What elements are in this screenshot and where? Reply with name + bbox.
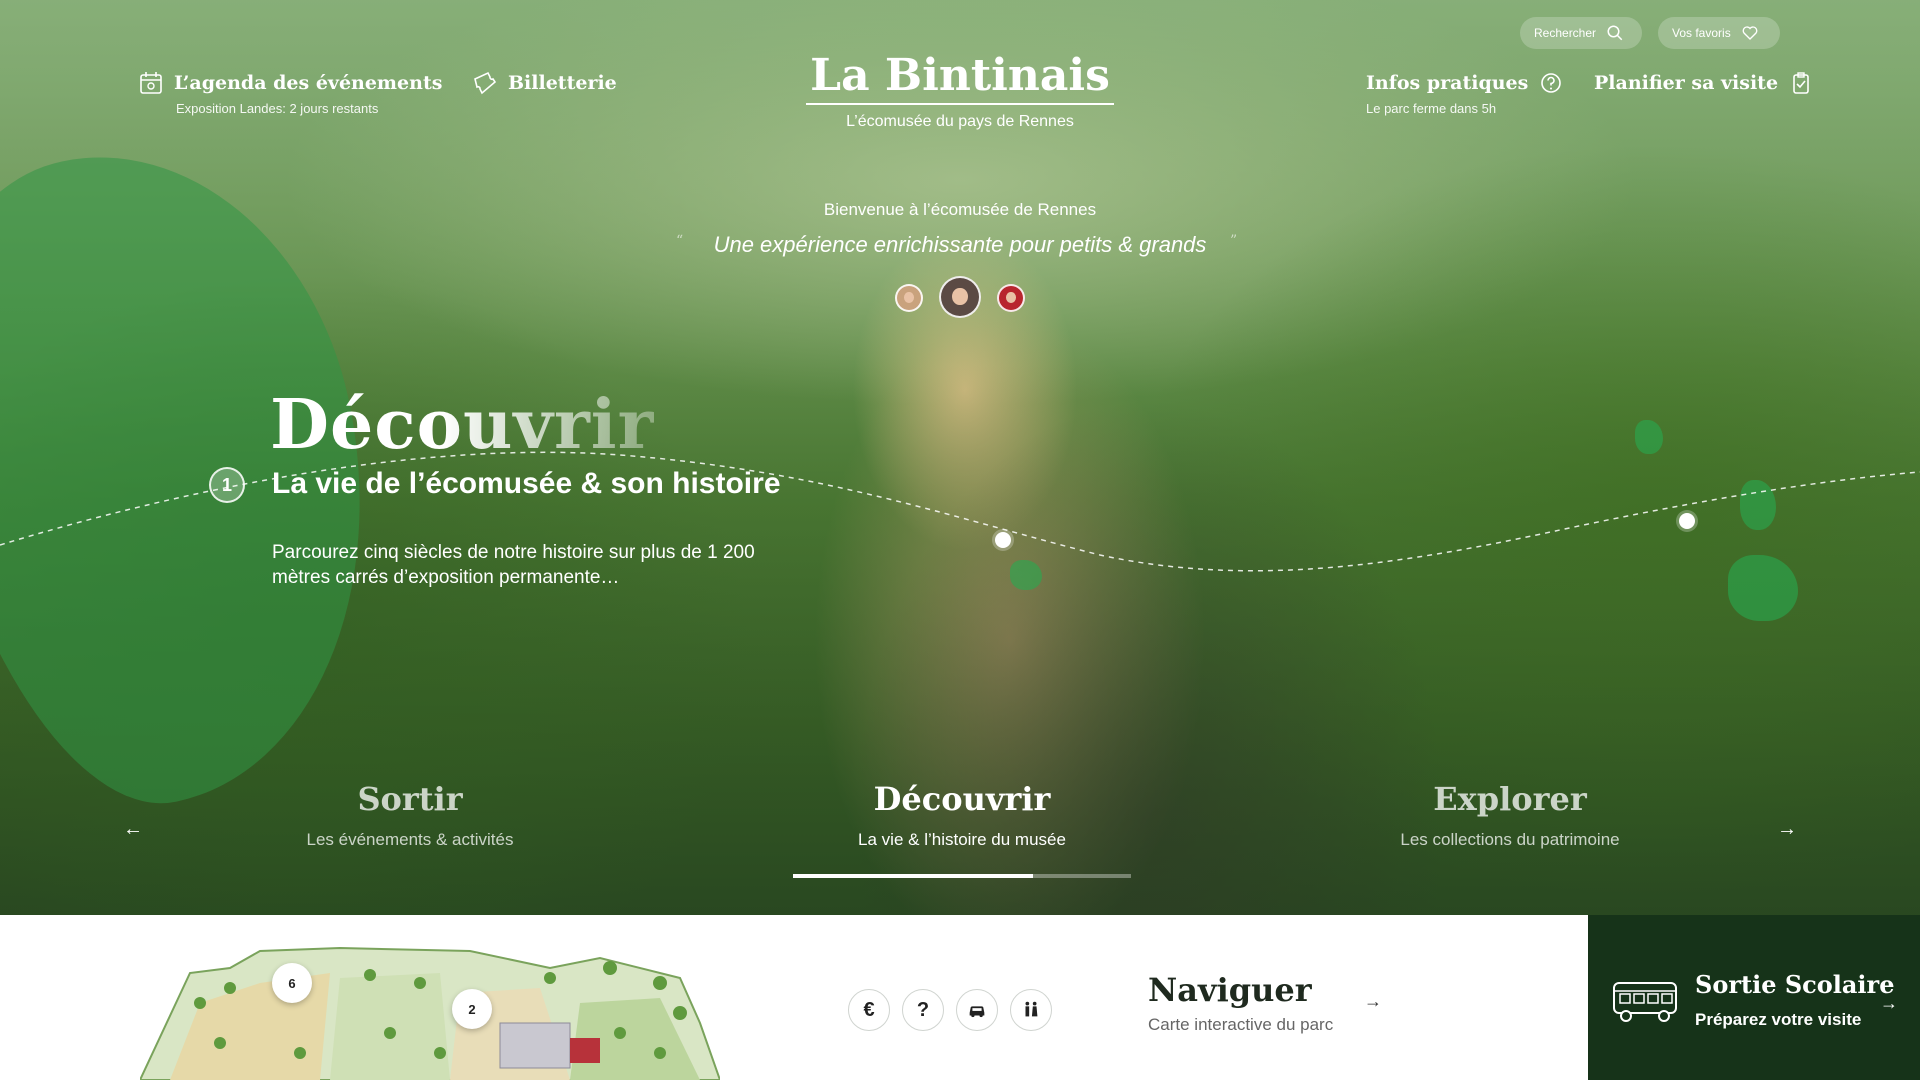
- decorative-leaf: [1010, 560, 1042, 590]
- nav-infos-sub: Le parc ferme dans 5h: [1366, 101, 1497, 116]
- slide-subtitle: La vie & l’histoire du musée: [858, 830, 1066, 849]
- favorites-label: Vos favoris: [1672, 26, 1731, 40]
- help-symbol: ?: [916, 998, 930, 1021]
- search-icon: [1607, 25, 1623, 41]
- map-marker[interactable]: 6: [272, 963, 312, 1003]
- school-visit-panel[interactable]: Sortie Scolaire Préparez votre visite →: [1588, 915, 1920, 1080]
- bottom-bar: 6 2 € ? Naviguer Carte interactive du pa…: [0, 915, 1920, 1080]
- favorites-button[interactable]: Vos favoris: [1658, 17, 1780, 49]
- slide-sortir[interactable]: Sortir Les événements & activités: [230, 780, 590, 850]
- naviguer-title: Naviguer: [1148, 971, 1312, 1009]
- map-marker[interactable]: 2: [452, 989, 492, 1029]
- naviguer-subtitle: Carte interactive du parc: [1148, 1015, 1334, 1034]
- park-map-preview[interactable]: 6 2: [140, 943, 720, 1080]
- park-map-illustration: [140, 946, 720, 1080]
- nav-infos-pratiques[interactable]: Infos pratiques Le parc ferme dans 5h: [1366, 70, 1564, 116]
- slide-progress-track: [793, 874, 1131, 878]
- clipboard-icon: [1793, 72, 1809, 94]
- journey-point[interactable]: [1679, 513, 1695, 529]
- car-icon[interactable]: [956, 989, 998, 1031]
- hero-subheading: La vie de l’écomusée & son histoire: [272, 467, 781, 500]
- next-slide-arrow-icon[interactable]: →: [1772, 817, 1802, 841]
- decorative-leaf: [1635, 420, 1663, 454]
- toilets-shape: [1025, 1001, 1038, 1017]
- brand-title: La Bintinais: [806, 50, 1114, 105]
- search-label: Rechercher: [1534, 26, 1597, 40]
- slide-title: Explorer: [1433, 780, 1587, 818]
- heart-icon: [1742, 26, 1758, 40]
- arrow-right-icon[interactable]: →: [1880, 993, 1898, 1014]
- hero-heading: Découvrir: [270, 385, 655, 465]
- slide-title: Sortir: [357, 780, 463, 818]
- slide-title: Découvrir: [873, 780, 1051, 818]
- decorative-leaf: [1740, 480, 1776, 530]
- welcome-text: Bienvenue à l’écomusée de Rennes: [823, 200, 1097, 219]
- avatar[interactable]: [895, 284, 923, 312]
- question-icon: [1541, 73, 1562, 93]
- arrow-right-icon[interactable]: →: [1364, 991, 1382, 1012]
- hero-description: Parcourez cinq siècles de notre histoire…: [272, 542, 755, 588]
- prev-slide-arrow-icon[interactable]: ←: [118, 817, 148, 841]
- nav-billetterie[interactable]: Billetterie: [472, 70, 617, 96]
- slide-subtitle: Les collections du patrimoine: [1400, 830, 1620, 849]
- avatar[interactable]: [997, 284, 1025, 312]
- nav-agenda-sub: Exposition Landes: 2 jours restants: [176, 101, 379, 116]
- help-icon[interactable]: ?: [902, 989, 944, 1031]
- euro-icon[interactable]: €: [848, 989, 890, 1031]
- school-subtitle: Préparez votre visite: [1695, 1010, 1862, 1029]
- search-button[interactable]: Rechercher: [1520, 17, 1642, 49]
- ticket-icon: [474, 71, 497, 95]
- slide-subtitle: Les événements & activités: [306, 830, 514, 849]
- nav-billetterie-label: Billetterie: [508, 72, 617, 94]
- step-badge: 1: [209, 467, 245, 503]
- euro-symbol: €: [863, 998, 875, 1021]
- toilets-icon[interactable]: [1010, 989, 1052, 1031]
- nav-planifier-label: Planifier sa visite: [1594, 72, 1779, 94]
- bus-icon: [1613, 982, 1677, 1022]
- nav-planifier[interactable]: Planifier sa visite: [1594, 70, 1814, 96]
- car-shape: [969, 1006, 985, 1018]
- nav-agenda[interactable]: L’agenda des événements Exposition Lande…: [138, 70, 442, 116]
- testimonial-avatars: [0, 276, 1920, 320]
- nav-infos-label: Infos pratiques: [1366, 72, 1529, 94]
- brand-logo[interactable]: La Bintinais L’écomusée du pays de Renne…: [760, 50, 1160, 131]
- quote-close-icon: ”: [1230, 233, 1238, 249]
- avatar[interactable]: [939, 276, 981, 318]
- calendar-icon: [140, 72, 162, 94]
- nav-agenda-label: L’agenda des événements: [174, 72, 443, 94]
- hero-section: Rechercher Vos favoris L’agenda des évén…: [0, 0, 1920, 915]
- brand-subtitle: L’écomusée du pays de Rennes: [846, 113, 1074, 130]
- journey-point[interactable]: [995, 532, 1011, 548]
- school-title: Sortie Scolaire: [1695, 970, 1895, 999]
- naviguer-link[interactable]: Naviguer Carte interactive du parc: [1148, 971, 1333, 1035]
- slide-explorer[interactable]: Explorer Les collections du patrimoine: [1330, 780, 1690, 850]
- hero-tagline: Une expérience enrichissante pour petits…: [713, 232, 1207, 257]
- slide-decouvrir[interactable]: Découvrir La vie & l’histoire du musée: [782, 780, 1142, 850]
- slide-progress-fill: [793, 874, 1033, 878]
